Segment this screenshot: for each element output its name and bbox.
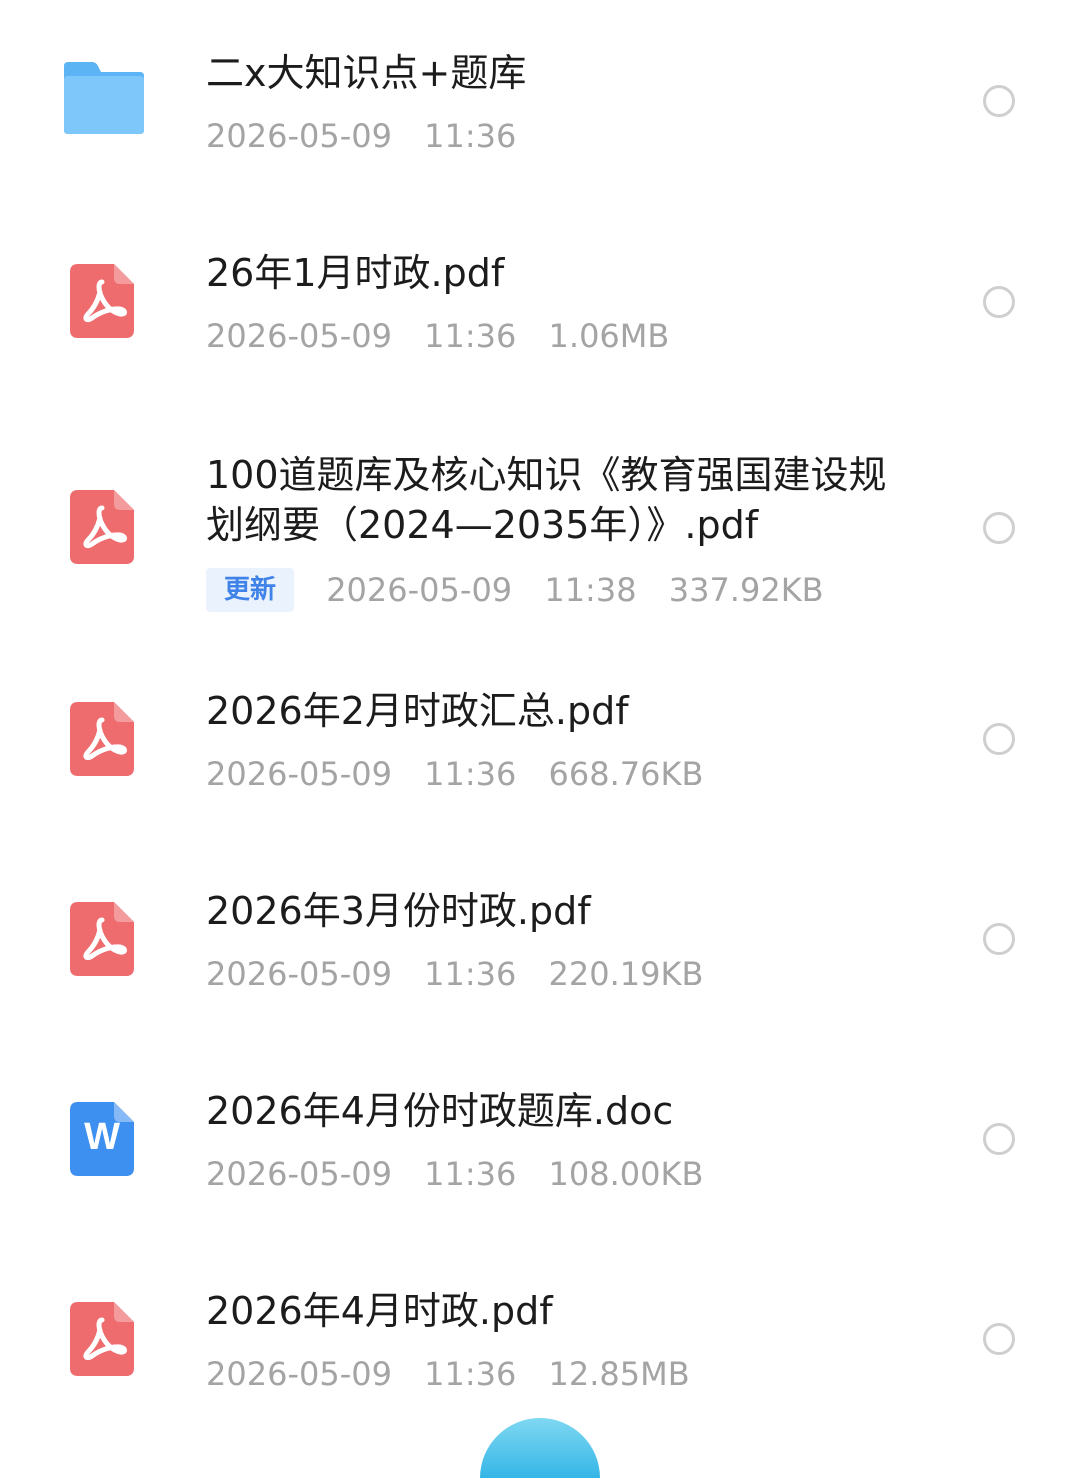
list-item-file[interactable]: 2026年4月时政.pdf 2026-05-09 11:36 12.85MB [0, 1240, 1080, 1440]
list-item-folder[interactable]: 二x大知识点+题库 2026-05-09 11:36 [0, 0, 1080, 200]
file-size: 220.19KB [548, 955, 704, 993]
file-date: 2026-05-09 [206, 755, 392, 793]
file-date: 2026-05-09 [206, 1155, 392, 1193]
select-radio[interactable] [983, 512, 1015, 544]
select-radio[interactable] [983, 85, 1015, 117]
file-time: 11:36 [424, 955, 517, 993]
file-time: 11:36 [424, 317, 517, 355]
file-date: 2026-05-09 [206, 317, 392, 355]
pdf-icon [70, 902, 134, 976]
word-icon: W [70, 1102, 134, 1176]
file-size: 1.06MB [548, 317, 670, 355]
file-name: 2026年2月时政汇总.pdf [206, 689, 629, 733]
file-name: 2026年3月份时政.pdf [206, 889, 591, 933]
file-meta: 2026-05-09 11:36 108.00KB [206, 1154, 725, 1194]
file-time: 11:36 [424, 117, 517, 155]
file-meta: 更新 2026-05-09 11:38 337.92KB [206, 566, 846, 612]
file-meta: 2026-05-09 11:36 1.06MB [206, 316, 691, 356]
file-date: 2026-05-09 [326, 571, 513, 609]
word-letter: W [84, 1116, 120, 1158]
select-radio[interactable] [983, 1323, 1015, 1355]
file-meta: 2026-05-09 11:36 220.19KB [206, 954, 725, 994]
file-list: 二x大知识点+题库 2026-05-09 11:36 26年1月时政.pdf 2… [0, 0, 1080, 1478]
file-time: 11:36 [424, 755, 517, 793]
file-time: 11:36 [424, 1355, 517, 1393]
file-meta: 2026-05-09 11:36 [206, 116, 538, 156]
file-size: 337.92KB [668, 571, 824, 609]
update-badge: 更新 [206, 568, 295, 612]
folder-icon [60, 60, 146, 136]
file-name: 26年1月时政.pdf [206, 251, 505, 295]
file-name: 2026年4月时政.pdf [206, 1289, 553, 1333]
pdf-icon [70, 1302, 134, 1376]
file-date: 2026-05-09 [206, 117, 392, 155]
select-radio[interactable] [983, 923, 1015, 955]
file-time: 11:36 [424, 1155, 517, 1193]
file-size: 108.00KB [548, 1155, 704, 1193]
file-time: 11:38 [544, 571, 637, 609]
file-size: 12.85MB [548, 1355, 690, 1393]
file-date: 2026-05-09 [206, 955, 392, 993]
file-date: 2026-05-09 [206, 1355, 392, 1393]
select-radio[interactable] [983, 286, 1015, 318]
pdf-icon [70, 264, 134, 338]
file-meta: 2026-05-09 11:36 668.76KB [206, 754, 725, 794]
list-item-file[interactable]: W 2026年4月份时政题库.doc 2026-05-09 11:36 108.… [0, 1040, 1080, 1240]
select-radio[interactable] [983, 723, 1015, 755]
list-item-file[interactable]: 26年1月时政.pdf 2026-05-09 11:36 1.06MB [0, 200, 1080, 400]
file-meta: 2026-05-09 11:36 12.85MB [206, 1354, 712, 1394]
pdf-icon [70, 702, 134, 776]
list-item-file[interactable]: 2026年3月份时政.pdf 2026-05-09 11:36 220.19KB [0, 840, 1080, 1040]
file-name: 二x大知识点+题库 [206, 51, 527, 95]
list-item-file[interactable]: 100道题库及核心知识《教育强国建设规划纲要（2024—2035年）》.pdf … [0, 400, 1080, 640]
select-radio[interactable] [983, 1123, 1015, 1155]
file-name: 2026年4月份时政题库.doc [206, 1089, 674, 1133]
pdf-icon [70, 490, 134, 564]
list-item-file[interactable]: 2026年2月时政汇总.pdf 2026-05-09 11:36 668.76K… [0, 640, 1080, 840]
file-name: 100道题库及核心知识《教育强国建设规划纲要（2024—2035年）》.pdf [206, 453, 887, 547]
file-size: 668.76KB [548, 755, 704, 793]
